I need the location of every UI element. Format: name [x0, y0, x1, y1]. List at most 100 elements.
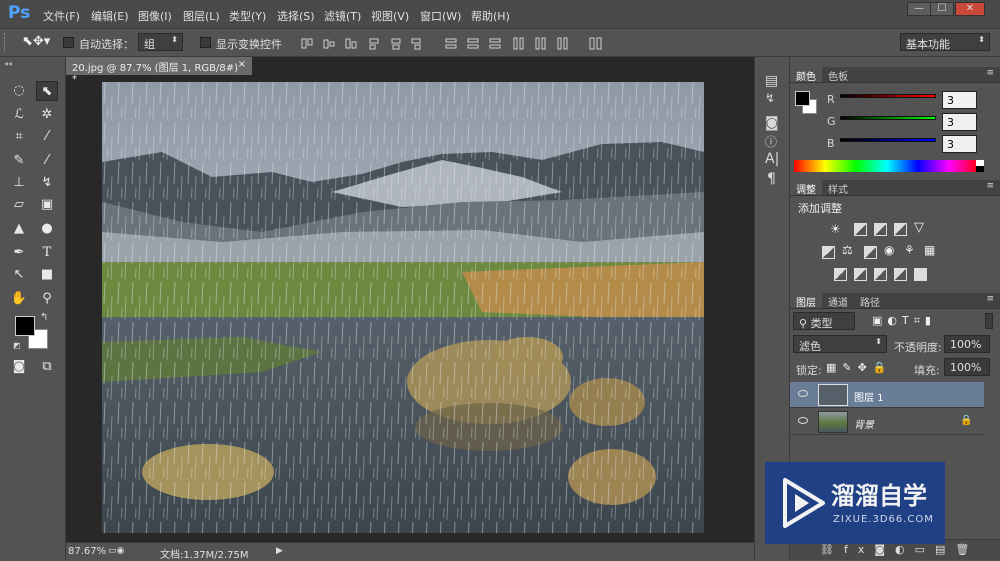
- invert-icon[interactable]: [834, 268, 847, 281]
- maximize-button[interactable]: ☐: [930, 2, 954, 16]
- gradient-map-icon[interactable]: [914, 268, 927, 281]
- collapse-arrows-icon[interactable]: ◂◂: [4, 59, 12, 68]
- blend-mode-dropdown[interactable]: 滤色 ⬍: [793, 335, 887, 353]
- tab-swatches[interactable]: 色板: [822, 67, 854, 83]
- menu-filter[interactable]: 滤镜(T): [324, 8, 361, 24]
- hand-tool-icon[interactable]: ✋: [8, 289, 30, 309]
- color-fg-swatch[interactable]: [795, 91, 810, 106]
- hue-saturation-icon[interactable]: [822, 246, 835, 259]
- menu-image[interactable]: 图像(I): [138, 8, 172, 24]
- gradient-tool-icon[interactable]: ▣: [36, 195, 58, 215]
- marquee-tool-icon[interactable]: ◌: [8, 81, 30, 101]
- levels-icon[interactable]: [854, 223, 867, 236]
- swap-colors-icon[interactable]: ↰: [40, 312, 48, 323]
- show-transform-checkbox[interactable]: [200, 37, 211, 48]
- quick-mask-icon[interactable]: ◙: [8, 357, 30, 377]
- type-tool-icon[interactable]: T: [36, 243, 58, 263]
- panel-menu-icon[interactable]: ≡: [986, 181, 994, 191]
- panel-menu-icon[interactable]: ≡: [986, 294, 994, 304]
- align-icons[interactable]: [300, 37, 610, 51]
- eyedropper-tool-icon[interactable]: ⁄: [36, 127, 58, 147]
- menu-type[interactable]: 类型(Y): [229, 8, 266, 24]
- eraser-tool-icon[interactable]: ▱: [8, 195, 30, 215]
- channel-b-slider[interactable]: [840, 138, 936, 142]
- tab-styles[interactable]: 样式: [822, 180, 854, 196]
- info-panel-icon[interactable]: ⓘ: [765, 133, 777, 150]
- lasso-tool-icon[interactable]: ℒ: [8, 105, 30, 125]
- status-menu-arrow-icon[interactable]: ▶: [276, 546, 283, 556]
- tab-color[interactable]: 颜色: [790, 67, 822, 83]
- screen-mode-icon[interactable]: ⧉: [36, 357, 58, 377]
- color-balance-icon[interactable]: ⚖: [842, 243, 853, 257]
- channel-r-slider[interactable]: [840, 94, 936, 98]
- healing-brush-tool-icon[interactable]: ✎: [8, 151, 30, 171]
- clone-stamp-tool-icon[interactable]: ⊥: [8, 173, 30, 193]
- filter-toggle[interactable]: [985, 313, 993, 329]
- path-selection-tool-icon[interactable]: ↖: [8, 265, 30, 285]
- visibility-eye-icon[interactable]: [798, 390, 808, 397]
- image-canvas[interactable]: [102, 82, 704, 533]
- tab-layers[interactable]: 图层: [790, 293, 822, 309]
- visibility-eye-icon[interactable]: [798, 417, 808, 424]
- menu-select[interactable]: 选择(S): [277, 8, 315, 24]
- tab-paths[interactable]: 路径: [854, 293, 886, 309]
- auto-select-dropdown[interactable]: 组 ⬍: [138, 33, 183, 51]
- history-brush-tool-icon[interactable]: ↯: [36, 173, 58, 193]
- close-window-button[interactable]: ✕: [955, 2, 985, 16]
- layer-row[interactable]: 图层 1: [790, 382, 984, 408]
- properties-panel-icon[interactable]: ◙: [765, 115, 779, 131]
- pen-tool-icon[interactable]: ✒: [8, 243, 30, 263]
- layer-filter-icons[interactable]: ▣◐T⌗▮: [872, 314, 936, 328]
- minimize-button[interactable]: —: [907, 2, 931, 16]
- zoom-level[interactable]: 87.67%: [68, 546, 106, 557]
- zoom-tool-icon[interactable]: ⚲: [36, 289, 58, 309]
- menu-layer[interactable]: 图层(L): [183, 8, 220, 24]
- channel-r-value[interactable]: 3: [942, 91, 977, 109]
- crop-tool-icon[interactable]: ⌗: [8, 127, 30, 147]
- lock-icons[interactable]: ▦✎✥🔒: [826, 361, 893, 374]
- auto-select-checkbox[interactable]: [63, 37, 74, 48]
- posterize-icon[interactable]: [854, 268, 867, 281]
- color-spectrum-bar[interactable]: [794, 160, 980, 172]
- actions-panel-icon[interactable]: ↯: [765, 91, 775, 105]
- brightness-contrast-icon[interactable]: ☀: [830, 222, 841, 236]
- channel-mixer-icon[interactable]: ⚘: [904, 243, 915, 257]
- menu-edit[interactable]: 编辑(E): [91, 8, 129, 24]
- layer-row[interactable]: 背景 🔒: [790, 409, 984, 435]
- dodge-tool-icon[interactable]: ●: [36, 219, 58, 239]
- paragraph-panel-icon[interactable]: ¶: [767, 171, 776, 187]
- menu-file[interactable]: 文件(F): [43, 8, 80, 24]
- tab-adjustments[interactable]: 调整: [790, 180, 822, 196]
- rectangle-tool-icon[interactable]: ■: [36, 265, 58, 285]
- document-tab[interactable]: 20.jpg @ 87.7% (图层 1, RGB/8#) * ×: [66, 57, 252, 85]
- blur-tool-icon[interactable]: ▲: [8, 219, 30, 239]
- tab-channels[interactable]: 通道: [822, 293, 854, 309]
- layer-name[interactable]: 背景: [854, 416, 874, 431]
- threshold-icon[interactable]: [874, 268, 887, 281]
- move-tool-preset-icon[interactable]: ⬉✥▾: [22, 34, 50, 49]
- layer-name[interactable]: 图层 1: [854, 389, 884, 404]
- status-info-icon[interactable]: ▭◉: [108, 546, 124, 556]
- curves-icon[interactable]: [874, 223, 887, 236]
- fill-input[interactable]: 100%: [944, 358, 990, 376]
- opacity-input[interactable]: 100%: [944, 335, 990, 353]
- menu-view[interactable]: 视图(V): [371, 8, 409, 24]
- foreground-color-swatch[interactable]: [15, 316, 35, 336]
- default-colors-icon[interactable]: ◩: [13, 341, 21, 350]
- photo-filter-icon[interactable]: ◉: [884, 243, 894, 257]
- brush-tool-icon[interactable]: ⁄: [36, 151, 58, 171]
- history-panel-icon[interactable]: ▤: [765, 73, 778, 89]
- close-tab-icon[interactable]: ×: [238, 59, 246, 70]
- channel-b-value[interactable]: 3: [942, 135, 977, 153]
- menu-window[interactable]: 窗口(W): [420, 8, 461, 24]
- black-white-ramp[interactable]: [976, 160, 984, 172]
- grip-handle[interactable]: [4, 33, 8, 51]
- panel-menu-icon[interactable]: ≡: [986, 68, 994, 78]
- exposure-icon[interactable]: [894, 223, 907, 236]
- black-white-icon[interactable]: [864, 246, 877, 259]
- magic-wand-tool-icon[interactable]: ✲: [36, 105, 58, 125]
- move-tool-icon[interactable]: ⬉: [36, 81, 58, 101]
- channel-g-slider[interactable]: [840, 116, 936, 120]
- workspace-dropdown[interactable]: 基本功能 ⬍: [900, 33, 990, 51]
- color-lookup-icon[interactable]: ▦: [924, 243, 935, 257]
